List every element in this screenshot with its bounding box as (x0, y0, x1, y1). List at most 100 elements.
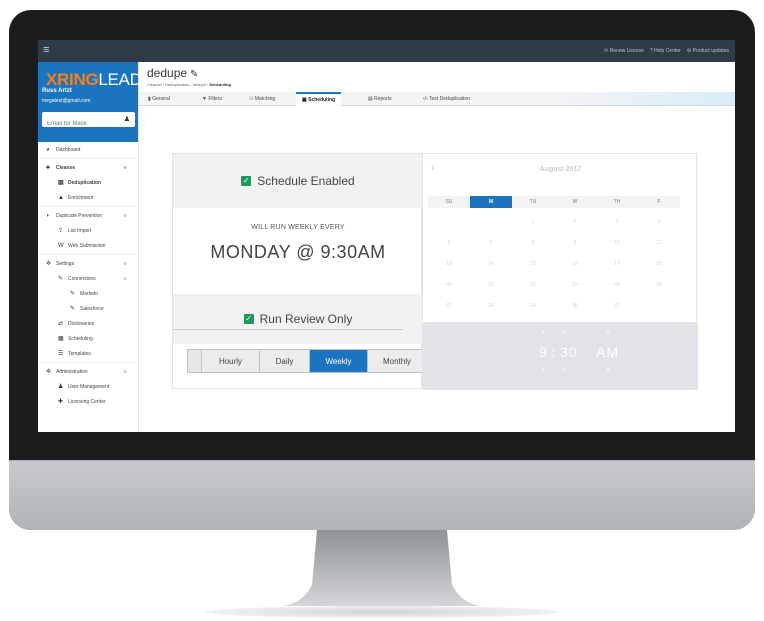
time-ampm[interactable]: AM (596, 344, 619, 360)
calendar-day[interactable]: 1 (512, 212, 554, 233)
breadcrumb-deduplication[interactable]: Deduplication (165, 82, 189, 87)
mask-icon[interactable]: ♟ (124, 115, 130, 123)
calendar-day[interactable]: 3 (596, 212, 638, 233)
sidebar-item-deduplication[interactable]: ▤ Deduplication (38, 175, 139, 190)
ampm-down-icon[interactable]: ∨ (606, 366, 610, 373)
calendar-day[interactable]: 28 (470, 296, 512, 317)
sidebar-item-cleanse[interactable]: ♣ Cleanse ∨ (38, 160, 139, 175)
weekday-th[interactable]: TH (596, 196, 638, 208)
minute-down-icon[interactable]: ∨ (562, 366, 566, 373)
calendar-day[interactable]: 4 (638, 212, 680, 233)
calendar-day[interactable]: 11 (638, 233, 680, 254)
frequency-weekly-button[interactable]: Weekly (310, 350, 368, 372)
sidebar-item-web-submission[interactable]: W Web Submission (38, 238, 139, 253)
renew-license-link[interactable]: ⟳ Renew License (604, 48, 644, 54)
chevron-down-icon: ∨ (123, 275, 127, 282)
calendar-day[interactable]: 7 (470, 233, 512, 254)
calendar-day[interactable]: 23 (554, 275, 596, 296)
calendar-day[interactable]: 22 (512, 275, 554, 296)
calendar-week: 20 21 22 23 24 25 (428, 275, 680, 296)
sidebar-item-duplicate-prevention[interactable]: ◗ Duplicate Prevention ∨ (38, 208, 139, 223)
frequency-monthly-button[interactable]: Monthly (368, 350, 426, 372)
calendar-day[interactable]: 30 (554, 296, 596, 317)
schedule-enabled-row[interactable]: ✓ Schedule Enabled (173, 154, 423, 208)
calendar-day[interactable]: 6 (428, 233, 470, 254)
tab-filters[interactable]: ▼ Filters (202, 92, 222, 106)
calendar-day[interactable]: 14 (470, 254, 512, 275)
breadcrumb-cleanse[interactable]: Cleanse (147, 82, 162, 87)
ringlead-logo[interactable]: XRINGLEAD (46, 70, 142, 90)
calendar-day[interactable]: 24 (596, 275, 638, 296)
tab-reports[interactable]: ▤ Reports (368, 92, 392, 106)
calendar-icon: ▦ (58, 336, 64, 342)
calendar-day[interactable]: 18 (638, 254, 680, 275)
calendar-day[interactable]: 8 (512, 233, 554, 254)
sidebar-item-dashboard[interactable]: ◕ Dashboard (38, 142, 139, 157)
weekday-m[interactable]: M (470, 196, 512, 208)
plug-icon: ✎ (70, 291, 76, 297)
weekday-f[interactable]: F (638, 196, 680, 208)
plug-icon: ✎ (70, 306, 76, 312)
sidebar-item-licensing-center[interactable]: ✚ Licensing Center (38, 394, 139, 409)
calendar-day[interactable]: 25 (638, 275, 680, 296)
calendar-day[interactable]: 29 (512, 296, 554, 317)
calendar-day[interactable]: 31 (596, 296, 638, 317)
time-minute[interactable]: 30 (560, 344, 578, 360)
time-hour[interactable]: 9 (539, 344, 548, 360)
calendar-day[interactable]: 27 (428, 296, 470, 317)
calendar-day[interactable]: 9 (554, 233, 596, 254)
user-email: megatest@gmail.com (42, 98, 91, 104)
chevron-down-icon: ∨ (123, 212, 127, 219)
calendar-day[interactable]: 13 (428, 254, 470, 275)
calendar-day[interactable]: 16 (554, 254, 596, 275)
sidebar-item-enrichment[interactable]: ▲ Enrichment (38, 190, 139, 205)
breadcrumb-dedupe[interactable]: dedupe (193, 82, 206, 87)
sidebar-item-list-import[interactable]: ⇪ List Import (38, 223, 139, 238)
flask-icon: ▲ (58, 194, 64, 201)
time-picker: ∧ ∧ ∧ 9 : 30 AM ∨ ∨ ∨ (423, 322, 698, 390)
calendar-day[interactable]: 2 (554, 212, 596, 233)
calendar-day[interactable]: 20 (428, 275, 470, 296)
schedule-card: ✓ Schedule Enabled WILL RUN WEEKLY EVERY … (172, 153, 427, 389)
run-review-row[interactable]: ✓ Run Review Only (173, 294, 423, 344)
calendar-day[interactable]: 10 (596, 233, 638, 254)
calendar-day[interactable]: 15 (512, 254, 554, 275)
sidebar-item-scheduling[interactable]: ▦ Scheduling (38, 331, 139, 346)
weekday-su[interactable]: SU (428, 196, 470, 208)
sidebar-item-marketo[interactable]: ✎ Marketo (38, 286, 139, 301)
sidebar-item-dictionaries[interactable]: ⇄ Dictionaries (38, 316, 139, 331)
tab-test-deduplication[interactable]: ‹/› Test Deduplication (423, 92, 470, 106)
tab-general[interactable]: ▮ General (148, 92, 170, 106)
checkbox-checked-icon[interactable]: ✓ (241, 176, 252, 186)
ampm-up-icon[interactable]: ∧ (606, 329, 610, 336)
email-mask-input[interactable] (42, 116, 114, 132)
web-icon: W (58, 242, 64, 249)
sidebar-item-templates[interactable]: ☰ Templates (38, 346, 139, 361)
weekday-tu[interactable]: TU (512, 196, 554, 208)
tab-matching[interactable]: ⚇ Matching (249, 92, 275, 106)
schedule-enabled-label: Schedule Enabled (257, 174, 355, 188)
product-updates-link[interactable]: ⚙ Product updates (687, 48, 729, 54)
sidebar-item-settings[interactable]: ✲ Settings ∨ (38, 256, 139, 271)
checkbox-checked-icon[interactable]: ✓ (243, 314, 254, 324)
frequency-hourly-button[interactable]: Hourly (202, 350, 260, 372)
tab-scheduling[interactable]: ▦ Scheduling (296, 92, 342, 106)
hour-down-icon[interactable]: ∨ (541, 366, 545, 373)
minute-up-icon[interactable]: ∧ (562, 329, 566, 336)
edit-icon[interactable]: ✎ (190, 69, 198, 80)
calendar-grid: 1 2 3 4 6 7 8 9 10 11 13 14 15 16 17 18 … (428, 212, 680, 317)
calendar-day[interactable]: 17 (596, 254, 638, 275)
sidebar-item-user-management[interactable]: ♟ User Management (38, 379, 139, 394)
hamburger-icon[interactable]: ≡ (43, 44, 49, 56)
frequency-daily-button[interactable]: Daily (260, 350, 310, 372)
sidebar-header: XRINGLEAD Russ Artzt megatest@gmail.com … (38, 62, 142, 142)
help-center-link[interactable]: ? Help Center (650, 48, 681, 54)
sidebar-item-administration[interactable]: ✲ Administration ∨ (38, 364, 139, 379)
screen: ≡ ⟳ Renew License ? Help Center ⚙ Produc… (38, 40, 735, 432)
sidebar-item-salesforce[interactable]: ✎ Salesforce (38, 301, 139, 316)
monitor-chin (9, 460, 755, 530)
calendar-day[interactable]: 21 (470, 275, 512, 296)
weekday-w[interactable]: W (554, 196, 596, 208)
sidebar-item-connections[interactable]: ✎ Connections ∨ (38, 271, 139, 286)
hour-up-icon[interactable]: ∧ (541, 329, 545, 336)
